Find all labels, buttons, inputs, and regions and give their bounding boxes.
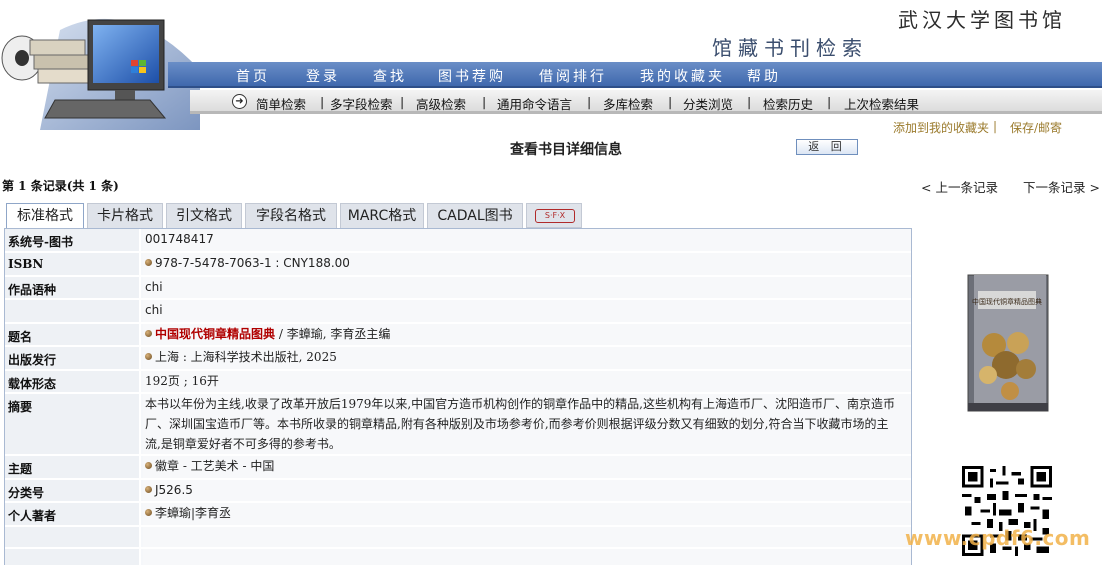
subnav-ccl-search[interactable]: 通用命令语言 xyxy=(497,94,572,113)
nav-book-recommend[interactable]: 图书荐购 xyxy=(438,66,506,86)
bullet-icon xyxy=(145,259,152,266)
field-label-system-no: 系统号-图书 xyxy=(8,235,73,249)
field-value-abstract: 本书以年份为主线,收录了改革开放后1979年以来,中国官方造币机构创作的铜章作品… xyxy=(145,397,895,451)
subnav-advanced-search[interactable]: 高级检索 xyxy=(416,94,466,113)
author-link[interactable]: 李蟑瑜|李育丞 xyxy=(155,506,231,520)
table-row: chi xyxy=(5,300,911,324)
sfx-logo-icon: S·F·X xyxy=(535,209,575,223)
watermark-text: www.cpdf6.com xyxy=(905,526,1091,550)
publisher-link[interactable]: 上海 : 上海科学技术出版社, 2025 xyxy=(155,350,337,364)
bullet-icon xyxy=(145,486,152,493)
tab-standard-format[interactable]: 标准格式 xyxy=(6,203,84,230)
field-label-isbn: ISBN xyxy=(8,257,44,271)
separator: | xyxy=(320,94,325,109)
field-label-abstract: 摘要 xyxy=(8,400,33,414)
subnav-last-results[interactable]: 上次检索结果 xyxy=(844,94,919,113)
field-label-class-no: 分类号 xyxy=(8,486,45,500)
nav-home[interactable]: 首页 xyxy=(236,66,270,86)
bullet-icon xyxy=(145,509,152,516)
separator: | xyxy=(587,94,592,109)
field-value-system-no: 001748417 xyxy=(145,232,214,246)
library-title: 武汉大学图书馆 xyxy=(898,8,1066,32)
record-detail-table: 系统号-图书 001748417 ISBN 978-7-5478-7063-1 … xyxy=(4,228,912,565)
nav-borrow-ranking[interactable]: 借阅排行 xyxy=(539,66,607,86)
cover-title: 中国现代铜章精品图典 xyxy=(972,297,1042,306)
separator: | xyxy=(993,119,998,133)
table-row: ISBN 978-7-5478-7063-1 : CNY188.00 xyxy=(5,253,911,277)
tab-sfx[interactable]: S·F·X xyxy=(526,203,582,228)
table-row xyxy=(5,549,911,565)
subnav-multi-field-search[interactable]: 多字段检索 xyxy=(330,94,393,113)
field-value-physical: 192页 ; 16开 xyxy=(145,374,219,388)
bullet-icon xyxy=(145,353,152,360)
separator: | xyxy=(827,94,832,109)
field-label-author: 个人著者 xyxy=(8,509,57,523)
title-responsibility: / 李蟑瑜, 李育丞主编 xyxy=(275,327,391,341)
system-title: 馆藏书刊检索 xyxy=(712,36,868,60)
field-label-physical: 载体形态 xyxy=(8,377,57,391)
field-value-language: chi xyxy=(145,280,163,294)
subnav-multi-db-search[interactable]: 多库检索 xyxy=(603,94,653,113)
subnav-search-history[interactable]: 检索历史 xyxy=(763,94,813,113)
next-record-link[interactable]: 下一条记录 > xyxy=(1023,177,1100,196)
class-no-link[interactable]: J526.5 xyxy=(155,483,193,497)
field-label-title: 题名 xyxy=(8,330,33,344)
table-row: 系统号-图书 001748417 xyxy=(5,229,911,253)
field-value-language-2: chi xyxy=(145,303,163,317)
tab-citation-format[interactable]: 引文格式 xyxy=(166,203,242,228)
separator: | xyxy=(668,94,673,109)
nav-search[interactable]: 查找 xyxy=(373,66,407,86)
table-row: 摘要 本书以年份为主线,收录了改革开放后1979年以来,中国官方造币机构创作的铜… xyxy=(5,394,911,456)
title-link[interactable]: 中国现代铜章精品图典 xyxy=(155,327,275,341)
add-to-favorites-link[interactable]: 添加到我的收藏夹 xyxy=(893,119,989,136)
page-title: 查看书目详细信息 xyxy=(510,142,622,158)
field-label-subject: 主题 xyxy=(8,462,33,476)
table-row: 分类号 J526.5 xyxy=(5,480,911,503)
separator: | xyxy=(400,94,405,109)
tab-field-name-format[interactable]: 字段名格式 xyxy=(245,203,337,228)
back-button[interactable]: 返 回 xyxy=(796,139,858,155)
subnav-class-browse[interactable]: 分类浏览 xyxy=(683,94,733,113)
header: 武汉大学图书馆 馆藏书刊检索 首页 登录 查找 图书荐购 借阅排行 我的收藏夹 … xyxy=(0,0,1107,130)
separator: | xyxy=(482,94,487,109)
tab-cadal-books[interactable]: CADAL图书 xyxy=(427,203,523,228)
table-row: 作品语种 chi xyxy=(5,277,911,300)
nav-my-favorites[interactable]: 我的收藏夹 xyxy=(640,66,725,86)
save-mail-link[interactable]: 保存/邮寄 xyxy=(1010,119,1062,136)
tab-marc-format[interactable]: MARC格式 xyxy=(340,203,424,228)
table-row: 个人著者 李蟑瑜|李育丞 xyxy=(5,503,911,527)
table-row: 主题 徽章 - 工艺美术 - 中国 xyxy=(5,456,911,480)
arrow-right-icon: ➜ xyxy=(232,94,247,109)
table-row: 题名 中国现代铜章精品图典 / 李蟑瑜, 李育丞主编 xyxy=(5,324,911,347)
main-nav-bar: 首页 登录 查找 图书荐购 借阅排行 我的收藏夹 帮助 xyxy=(168,62,1102,88)
field-label-language: 作品语种 xyxy=(8,283,57,297)
table-row: 载体形态 192页 ; 16开 xyxy=(5,371,911,394)
nav-login[interactable]: 登录 xyxy=(306,66,340,86)
table-row: 出版发行 上海 : 上海科学技术出版社, 2025 xyxy=(5,347,911,371)
subnav-simple-search[interactable]: 简单检索 xyxy=(256,94,306,113)
prev-record-link[interactable]: < 上一条记录 xyxy=(921,177,998,196)
search-mode-bar: ➜ 简单检索 | 多字段检索 | 高级检索 | 通用命令语言 | 多库检索 | … xyxy=(190,90,1102,114)
bullet-icon xyxy=(145,462,152,469)
tab-card-format[interactable]: 卡片格式 xyxy=(87,203,163,228)
separator: | xyxy=(747,94,752,109)
field-label-publication: 出版发行 xyxy=(8,353,57,367)
record-count: 第 1 条记录(共 1 条) xyxy=(2,179,119,193)
subject-link[interactable]: 徽章 - 工艺美术 - 中国 xyxy=(155,459,274,473)
table-row xyxy=(5,527,911,549)
book-cover-image: 中国现代铜章精品图典 xyxy=(967,274,1049,412)
isbn-link[interactable]: 978-7-5478-7063-1 : CNY188.00 xyxy=(155,256,350,270)
bullet-icon xyxy=(145,330,152,337)
nav-help[interactable]: 帮助 xyxy=(747,66,781,86)
